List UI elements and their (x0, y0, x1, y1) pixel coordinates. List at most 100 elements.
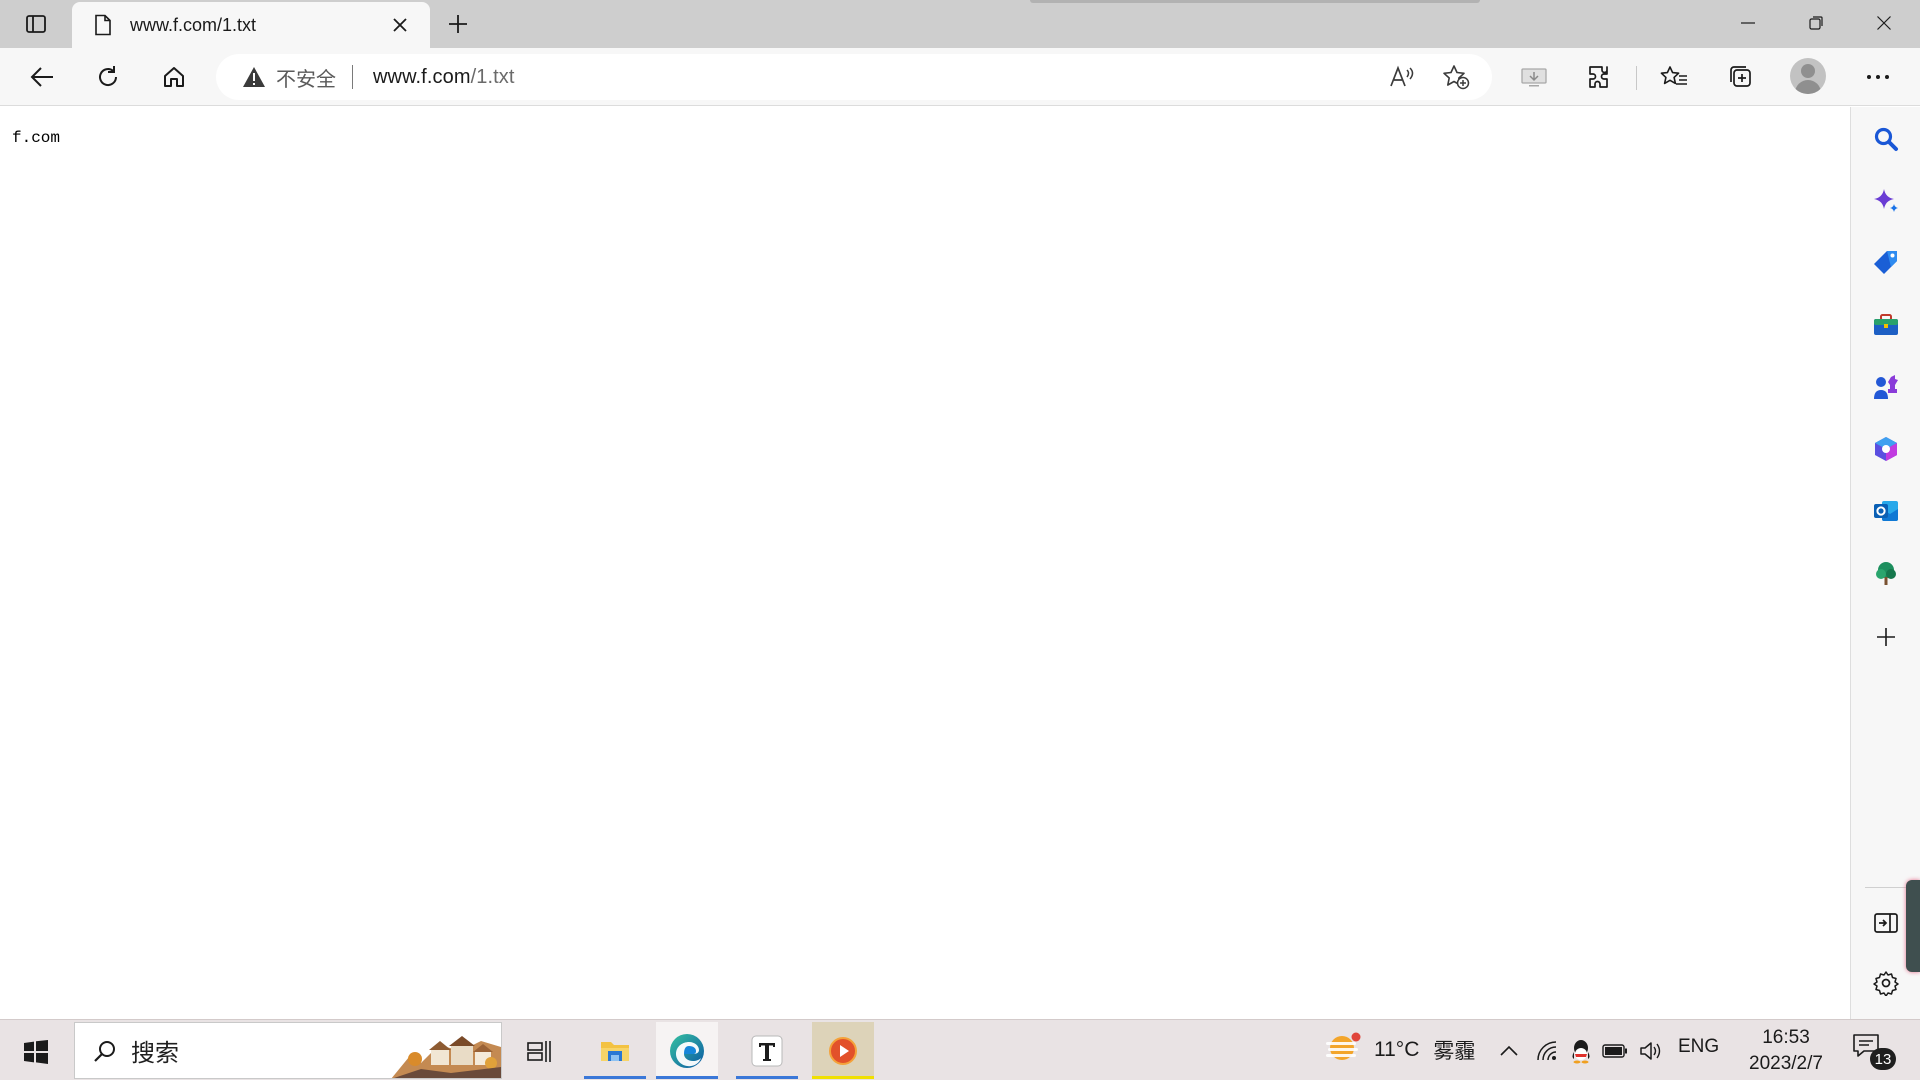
extensions-icon (1589, 66, 1608, 88)
read-aloud-button[interactable] (1384, 60, 1420, 94)
sidebar-shopping-button[interactable] (1866, 243, 1906, 283)
back-button[interactable] (22, 58, 62, 96)
address-bar[interactable]: 不安全 www.f.com/1.txt (216, 54, 1492, 100)
favorites-button[interactable] (1654, 58, 1694, 96)
search-icon (1874, 127, 1898, 151)
search-icon (91, 1037, 119, 1065)
outlook-icon (1874, 501, 1898, 521)
tab-strip: www.f.com/1.txt (0, 0, 1920, 48)
chevron-up-icon (1500, 1045, 1518, 1056)
refresh-icon (99, 66, 118, 86)
tools-briefcase-icon (1874, 314, 1898, 335)
tab-actions-menu-button[interactable] (14, 8, 58, 40)
add-favorite-button[interactable] (1438, 60, 1474, 94)
search-highlight-illustration (391, 1036, 501, 1078)
copilot-sparkle-icon (1874, 189, 1898, 212)
sidebar-hide-button[interactable] (1866, 903, 1906, 943)
windows-logo-icon (24, 1040, 48, 1064)
close-window-button[interactable] (1850, 0, 1918, 46)
sidebar-tools-button[interactable] (1866, 305, 1906, 345)
edge-taskbar-button[interactable] (656, 1022, 718, 1079)
start-button[interactable] (14, 1034, 58, 1070)
screenshot-button[interactable] (1514, 58, 1554, 96)
url-path: /1.txt (470, 65, 515, 88)
profile-avatar[interactable] (1790, 58, 1826, 94)
folder-icon (601, 1041, 629, 1061)
collections-button[interactable] (1720, 58, 1760, 96)
media-player-taskbar-button[interactable] (812, 1022, 874, 1079)
new-tab-button[interactable] (440, 8, 476, 40)
file-explorer-button[interactable] (584, 1022, 646, 1079)
minimize-button[interactable] (1714, 0, 1782, 46)
screenshot-icon (1521, 68, 1547, 87)
settings-icon (1873, 971, 1899, 996)
sidebar-divider (1865, 887, 1907, 888)
home-button[interactable] (154, 58, 194, 96)
collections-icon (1730, 66, 1751, 87)
sidebar-settings-button[interactable] (1866, 963, 1906, 1003)
split-screen-icon (1874, 913, 1898, 933)
back-icon (30, 67, 53, 87)
plus-icon (449, 15, 467, 33)
add-favorite-icon (1443, 65, 1470, 90)
input-language[interactable]: ENG (1678, 1036, 1719, 1058)
sidebar-office-button[interactable] (1866, 429, 1906, 469)
sidebar-outlook-button[interactable] (1866, 491, 1906, 531)
tab-actions-icon (26, 15, 46, 33)
task-view-icon (527, 1040, 551, 1062)
page-content: f.com (0, 107, 1850, 1019)
window-edge-shadow (1030, 0, 1480, 3)
network-tray-button[interactable] (1532, 1034, 1562, 1068)
notification-count-badge: 13 (1870, 1048, 1896, 1070)
url-text[interactable]: www.f.com/1.txt (373, 66, 515, 89)
profile-icon (1801, 64, 1815, 78)
restore-button[interactable] (1782, 0, 1850, 46)
tab-title: www.f.com/1.txt (130, 14, 257, 35)
wifi-icon (1537, 1041, 1557, 1061)
more-icon (1867, 75, 1889, 79)
office-icon (1875, 437, 1897, 461)
battery-tray-button[interactable] (1600, 1034, 1630, 1068)
typora-taskbar-button[interactable] (736, 1022, 798, 1079)
close-icon (1877, 16, 1891, 30)
add-icon (1877, 628, 1895, 646)
sidebar-tree-button[interactable] (1866, 553, 1906, 593)
tab-close-button[interactable] (388, 13, 412, 37)
sidebar-search-button[interactable] (1866, 119, 1906, 159)
close-icon (393, 18, 407, 32)
clock-date: 2023/2/7 (1749, 1053, 1823, 1074)
volume-tray-button[interactable] (1636, 1034, 1666, 1068)
favorites-icon (1660, 66, 1687, 85)
minimize-icon (1741, 22, 1755, 24)
clock[interactable]: 16:53 2023/2/7 (1738, 1025, 1834, 1077)
warning-icon[interactable] (242, 65, 266, 89)
qq-tray-button[interactable] (1566, 1034, 1596, 1068)
sidebar-edge-handle[interactable] (1906, 880, 1920, 972)
not-secure-label[interactable]: 不安全 (276, 63, 336, 92)
taskbar-search-box[interactable]: 搜索 (74, 1022, 502, 1079)
speaker-icon (1640, 1042, 1661, 1060)
sidebar-add-button[interactable] (1866, 617, 1906, 657)
edge-icon (670, 1033, 704, 1068)
media-player-icon (829, 1036, 857, 1065)
extensions-button[interactable] (1580, 58, 1620, 96)
browser-toolbar: 不安全 www.f.com/1.txt (0, 48, 1920, 106)
weather-widget[interactable]: 11°C 雾霾 (1322, 1028, 1475, 1072)
tab-active[interactable]: www.f.com/1.txt (72, 2, 430, 48)
sidebar-copilot-button[interactable] (1866, 181, 1906, 221)
notification-center-button[interactable]: 13 (1852, 1032, 1896, 1072)
sidebar-games-button[interactable] (1866, 367, 1906, 407)
shopping-tag-icon (1874, 251, 1897, 274)
search-placeholder: 搜索 (131, 1040, 179, 1067)
qq-penguin-icon (1572, 1040, 1590, 1064)
clock-time: 16:53 (1762, 1027, 1810, 1048)
page-text: f.com (12, 129, 61, 147)
show-hidden-icons-button[interactable] (1494, 1034, 1524, 1068)
refresh-button[interactable] (88, 58, 128, 96)
games-chess-icon (1874, 375, 1898, 399)
haze-weather-icon (1326, 1032, 1361, 1060)
text-editor-icon (751, 1035, 783, 1066)
restore-icon (1809, 16, 1823, 30)
task-view-button[interactable] (508, 1022, 570, 1079)
more-button[interactable] (1858, 58, 1898, 96)
